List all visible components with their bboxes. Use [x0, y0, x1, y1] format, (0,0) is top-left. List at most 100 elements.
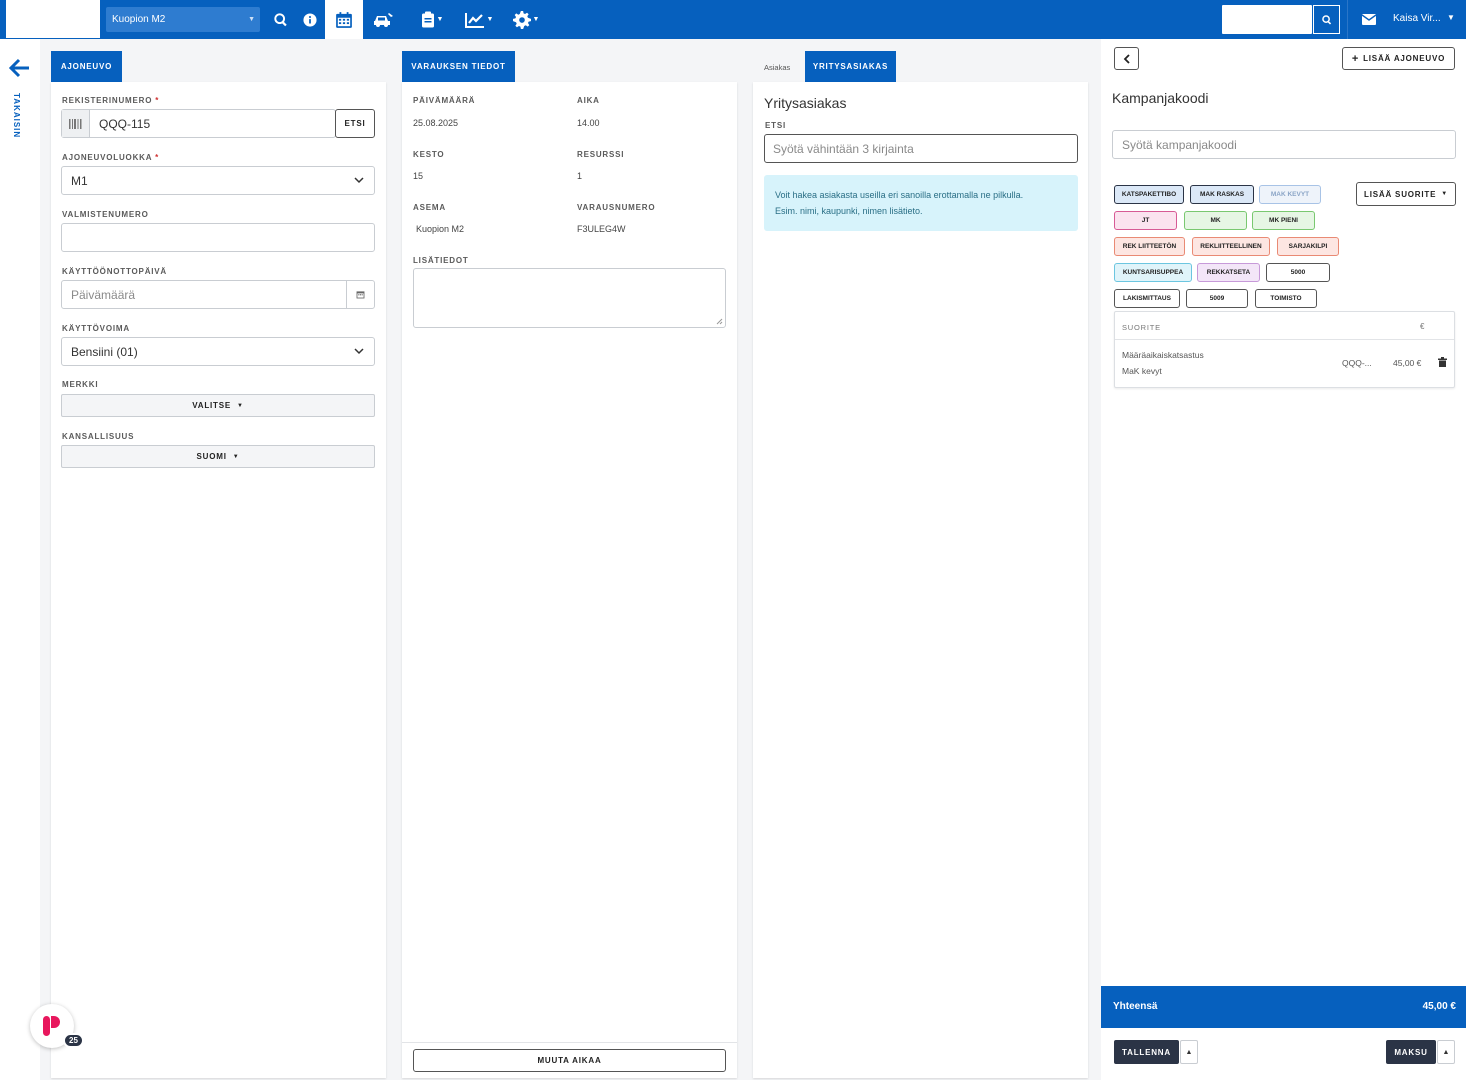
add-service-label: LISÄÄ SUORITE: [1364, 189, 1437, 199]
vehicle-class-select[interactable]: M1: [61, 166, 375, 195]
row-service-name: Määräaikaiskatsastus: [1122, 350, 1204, 360]
nationality-select-button[interactable]: SUOMI ▼: [61, 445, 375, 468]
trash-icon[interactable]: [1438, 357, 1447, 367]
fuel-select[interactable]: Bensiini (01): [61, 337, 375, 366]
chevron-down-icon: [354, 348, 364, 355]
make-select-button[interactable]: VALITSE ▼: [61, 394, 375, 417]
collapse-button[interactable]: [1114, 47, 1139, 70]
registration-date-placeholder: Päivämäärä: [71, 287, 136, 302]
change-time-button[interactable]: MUUTA AIKAA: [413, 1049, 726, 1072]
station-select-value: Kuopion M2: [112, 14, 166, 25]
app-logo-icon: [43, 1016, 60, 1036]
fuel-label: KÄYTTÖVOIMA: [62, 324, 130, 333]
left-rail: TAKAISIN: [0, 39, 40, 1080]
time-value: 14.00: [577, 118, 600, 128]
search-button[interactable]: ETSI: [335, 109, 375, 138]
registration-date-field[interactable]: Päivämäärä: [61, 280, 375, 309]
caret-down-icon[interactable]: ▼: [1447, 13, 1455, 22]
tab-booking-details[interactable]: VARAUKSEN TIEDOT: [402, 51, 515, 82]
chevron-left-icon: [1123, 53, 1130, 64]
booking-number-label: VARAUSNUMERO: [577, 203, 656, 212]
campaign-heading: Kampanjakoodi: [1112, 90, 1209, 106]
resize-handle-icon[interactable]: [716, 318, 723, 325]
service-chip[interactable]: REKLIITTEELLINEN: [1192, 237, 1270, 256]
total-label: Yhteensä: [1113, 1001, 1158, 1012]
pay-button[interactable]: MAKSU: [1386, 1040, 1436, 1064]
resource-label: RESURSSI: [577, 150, 625, 159]
service-chip[interactable]: KATSPAKETTIBO: [1114, 185, 1184, 204]
search-icon: [1321, 14, 1331, 24]
pay-options-caret[interactable]: ▲: [1437, 1040, 1455, 1064]
user-menu[interactable]: Kaisa Vir...: [1393, 13, 1441, 24]
top-search-button[interactable]: [1313, 5, 1340, 34]
back-arrow-icon[interactable]: [9, 57, 31, 79]
divider: [402, 1042, 737, 1043]
station-select[interactable]: Kuopion M2 ▼: [106, 7, 260, 32]
service-chip[interactable]: MAK KEVYT: [1259, 185, 1321, 204]
chart-icon[interactable]: ▼: [459, 0, 499, 39]
service-chip[interactable]: REK LIITTEETÖN: [1114, 237, 1185, 256]
save-options-caret[interactable]: ▲: [1180, 1040, 1198, 1064]
vin-field[interactable]: [61, 223, 375, 252]
tab-customer[interactable]: Asiakas: [764, 63, 790, 72]
service-chip[interactable]: LAKISMITTAUS: [1114, 289, 1180, 308]
reg-number-value: QQQ-115: [99, 116, 151, 131]
row-reg-number: QQQ-...: [1342, 358, 1372, 368]
row-price: 45,00 €: [1393, 358, 1422, 368]
calendar-icon[interactable]: [346, 281, 374, 308]
info-line: Voit hakea asiakasta useilla eri sanoill…: [775, 190, 1024, 200]
caret-down-icon: ▼: [532, 16, 540, 23]
service-chip[interactable]: JT: [1114, 211, 1177, 230]
top-search-input[interactable]: [1222, 5, 1312, 34]
campaign-code-input[interactable]: Syötä kampanjakoodi: [1112, 130, 1456, 159]
duration-value: 15: [413, 171, 424, 181]
clipboard-icon[interactable]: ▼: [412, 0, 452, 39]
customer-search-input[interactable]: Syötä vähintään 3 kirjainta: [764, 134, 1078, 163]
tab-company-customer[interactable]: YRITYSASIAKAS: [805, 51, 896, 82]
nationality-label: KANSALLISUUS: [62, 432, 135, 441]
caret-down-icon: ▼: [248, 16, 255, 23]
table-row[interactable]: Määräaikaiskatsastus MaK kevyt QQQ-... 4…: [1115, 340, 1454, 388]
info-icon[interactable]: [298, 0, 322, 39]
table-header-service: SUORITE: [1122, 323, 1161, 332]
caret-down-icon: ▼: [1441, 191, 1448, 197]
service-chip[interactable]: MAK RASKAS: [1190, 185, 1254, 204]
reg-number-field[interactable]: QQQ-115: [61, 109, 336, 138]
service-chip[interactable]: SARJAKILPI: [1277, 237, 1339, 256]
chat-widget-button[interactable]: 25: [30, 1004, 84, 1048]
fuel-value: Bensiini (01): [71, 344, 138, 359]
vin-label: VALMISTENUMERO: [62, 210, 149, 219]
search-icon[interactable]: [269, 0, 293, 39]
divider: [1347, 0, 1348, 39]
notes-textarea[interactable]: [413, 268, 726, 328]
service-chip[interactable]: KUNTSARISUPPEA: [1114, 263, 1192, 282]
table-header: SUORITE €: [1115, 312, 1454, 340]
add-vehicle-button[interactable]: + LISÄÄ AJONEUVO: [1342, 47, 1455, 70]
service-chip[interactable]: MK PIENI: [1252, 211, 1315, 230]
car-service-icon[interactable]: [368, 0, 398, 39]
save-button[interactable]: TALLENNA: [1114, 1040, 1179, 1064]
services-table: SUORITE € Määräaikaiskatsastus MaK kevyt…: [1114, 311, 1455, 388]
caret-down-icon: ▼: [237, 402, 244, 409]
mail-icon[interactable]: [1360, 11, 1378, 28]
logo[interactable]: [6, 0, 100, 38]
service-chip[interactable]: MK: [1184, 211, 1247, 230]
time-label: AIKA: [577, 96, 600, 105]
caret-down-icon: ▼: [436, 16, 444, 23]
add-service-button[interactable]: LISÄÄ SUORITE ▼: [1356, 182, 1456, 206]
vehicle-class-label: AJONEUVOLUOKKA *: [62, 153, 159, 162]
service-chip[interactable]: TOIMISTO: [1255, 289, 1317, 308]
tab-vehicle[interactable]: AJONEUVO: [51, 51, 122, 82]
service-chip[interactable]: 5000: [1266, 263, 1330, 282]
make-label: MERKKI: [62, 380, 99, 389]
booking-number-value: F3ULEG4W: [577, 224, 626, 234]
service-chip[interactable]: REKKATSETA: [1197, 263, 1260, 282]
vehicle-class-value: M1: [71, 173, 88, 188]
station-value: Kuopion M2: [416, 224, 465, 234]
service-chip[interactable]: 5009: [1186, 289, 1248, 308]
back-label[interactable]: TAKAISIN: [12, 93, 21, 138]
customer-search-placeholder: Syötä vähintään 3 kirjainta: [773, 141, 914, 156]
gear-icon[interactable]: ▼: [506, 0, 546, 39]
calendar-icon[interactable]: [325, 0, 363, 39]
chevron-down-icon: [354, 177, 364, 184]
